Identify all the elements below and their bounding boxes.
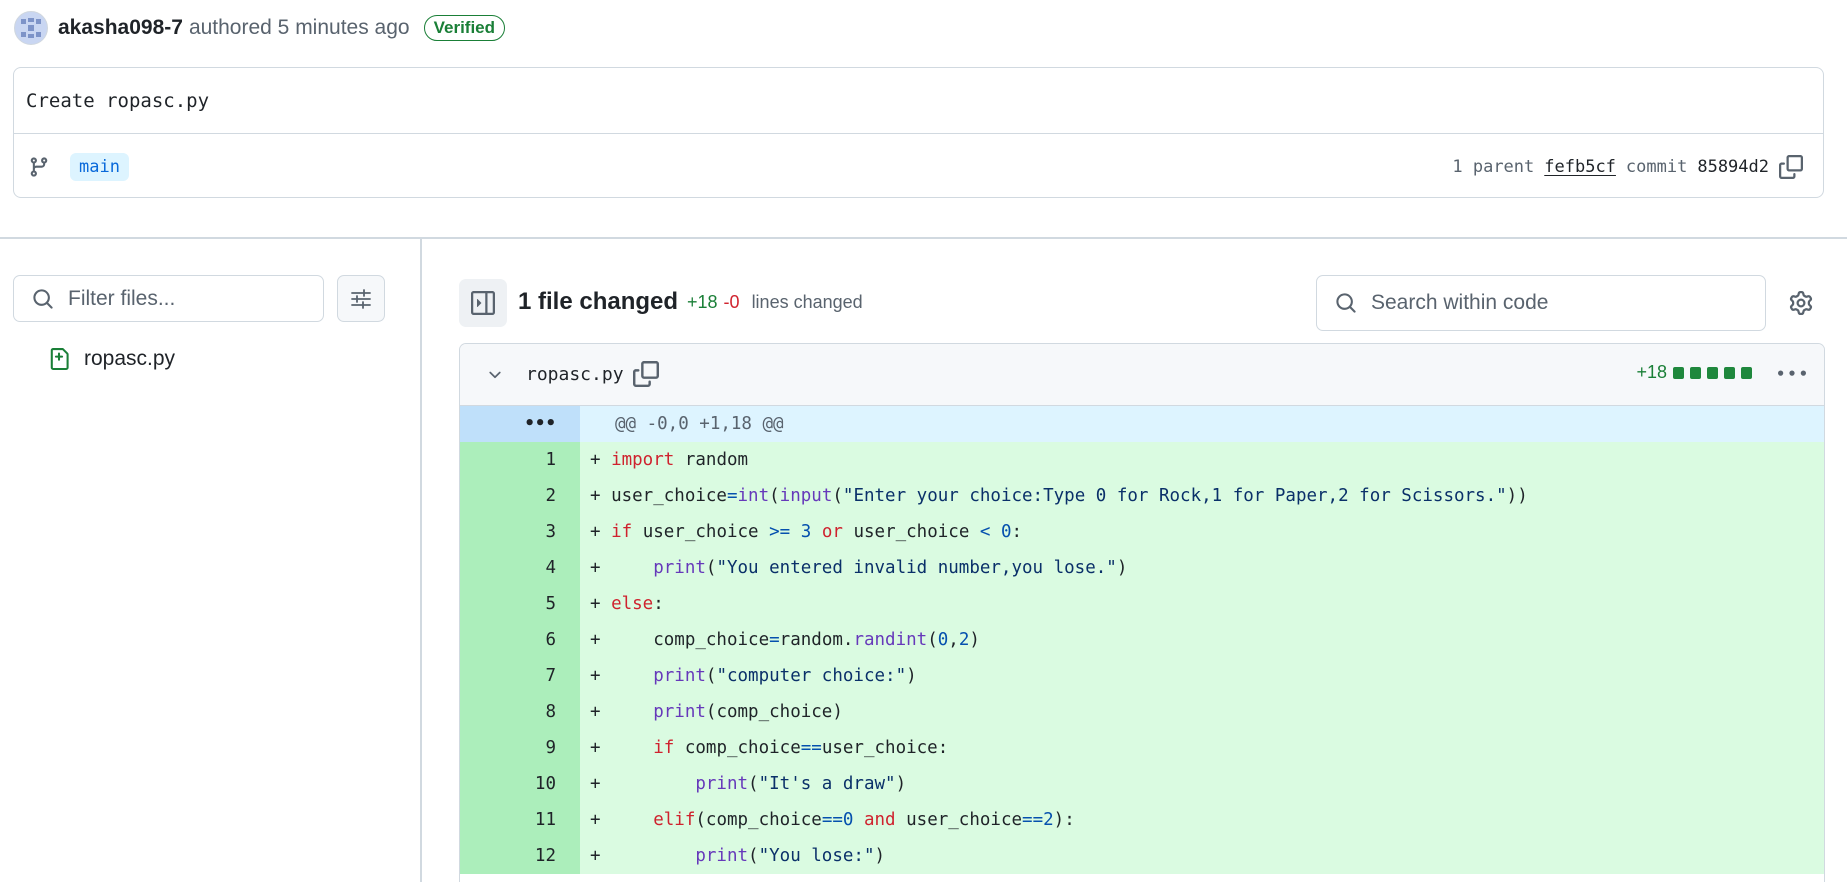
avatar-identicon-icon bbox=[17, 14, 45, 42]
diff-line: 1 + import random bbox=[460, 442, 1824, 478]
code-line: + else: bbox=[580, 586, 1824, 622]
file-tree-label: ropasc.py bbox=[84, 347, 176, 370]
diff-line: 7 + print("computer choice:") bbox=[460, 658, 1824, 694]
diffstat-block bbox=[1741, 366, 1752, 379]
commit-title: Create ropasc.py bbox=[26, 89, 210, 112]
lines-changed-label: lines changed bbox=[751, 292, 863, 312]
diff-line: 2 + user_choice=int(input("Enter your cho… bbox=[460, 478, 1824, 514]
verified-badge[interactable]: Verified bbox=[423, 15, 506, 41]
file-added-icon bbox=[50, 348, 69, 370]
deletions-count: -0 bbox=[723, 292, 740, 312]
diffstat-block bbox=[1724, 366, 1735, 379]
copy-icon[interactable] bbox=[633, 361, 659, 387]
diff-line: 9 + if comp_choice==user_choice: bbox=[460, 730, 1824, 766]
commit-message-row: Create ropasc.py bbox=[14, 68, 1823, 134]
diff-line: 11 + elif(comp_choice==0 and user_choice=… bbox=[460, 802, 1824, 838]
sidebar-toggle-icon bbox=[471, 291, 495, 315]
code-line: + import random bbox=[580, 442, 1824, 478]
commit-box: Create ropasc.py main 1 parent fefb5cf c… bbox=[13, 67, 1824, 198]
code-line: + print("computer choice:") bbox=[580, 658, 1824, 694]
parent-label: 1 parent bbox=[1452, 156, 1535, 177]
diff-line: 10 + print("It's a draw") bbox=[460, 766, 1824, 802]
file-diff: ropasc.py +18 ••• @@ -0,0 +1,18 @@ 1 + im… bbox=[459, 343, 1825, 882]
code-line: + comp_choice=random.randint(0,2) bbox=[580, 622, 1824, 658]
line-number[interactable]: 12 bbox=[460, 838, 580, 874]
parent-hash-link[interactable]: fefb5cf bbox=[1544, 157, 1616, 177]
diff-file-name[interactable]: ropasc.py bbox=[526, 364, 624, 385]
diff-line: 12 + print("You lose:") bbox=[460, 838, 1824, 874]
commit-meta-row: main 1 parent fefb5cf commit 85894d2 bbox=[14, 134, 1823, 199]
line-number[interactable]: 10 bbox=[460, 766, 580, 802]
commit-label: commit bbox=[1625, 156, 1688, 177]
avatar[interactable] bbox=[14, 11, 48, 45]
diff-line: 4 + print("You entered invalid number,you… bbox=[460, 550, 1824, 586]
code-line: + print("It's a draw") bbox=[580, 766, 1824, 802]
search-icon bbox=[33, 288, 53, 309]
file-diff-header: ropasc.py +18 bbox=[460, 344, 1824, 406]
code-line: + print("You entered invalid number,you … bbox=[580, 550, 1824, 586]
line-number[interactable]: 5 bbox=[460, 586, 580, 622]
line-number[interactable]: 8 bbox=[460, 694, 580, 730]
filter-settings-button[interactable] bbox=[337, 275, 385, 322]
filter-settings-icon bbox=[351, 288, 371, 309]
line-number[interactable]: 3 bbox=[460, 514, 580, 550]
sidebar-border bbox=[420, 239, 422, 882]
code-line: + print(comp_choice) bbox=[580, 694, 1824, 730]
file-additions-count: +18 bbox=[1636, 362, 1667, 382]
commit-refs: 1 parent fefb5cf commit 85894d2 bbox=[1452, 134, 1803, 199]
file-tree-item[interactable]: ropasc.py bbox=[48, 343, 175, 375]
authored-time: authored 5 minutes ago bbox=[188, 16, 410, 39]
author-name[interactable]: akasha098-7 bbox=[58, 16, 183, 40]
line-number[interactable]: 6 bbox=[460, 622, 580, 658]
diffstat-block bbox=[1690, 366, 1701, 379]
diff-line: 8 + print(comp_choice) bbox=[460, 694, 1824, 730]
diff-lines: 1 + import random 2 + user_choice=int(input… bbox=[460, 442, 1824, 874]
commit-hash: 85894d2 bbox=[1697, 156, 1769, 177]
code-line: + elif(comp_choice==0 and user_choice==2… bbox=[580, 802, 1824, 838]
kebab-icon[interactable] bbox=[1778, 360, 1806, 388]
diffstat-block bbox=[1673, 366, 1684, 379]
line-number[interactable]: 4 bbox=[460, 550, 580, 586]
line-number[interactable]: 1 bbox=[460, 442, 580, 478]
diff-line: 3 + if user_choice >= 3 or user_choice < … bbox=[460, 514, 1824, 550]
line-number[interactable]: 2 bbox=[460, 478, 580, 514]
line-number[interactable]: 11 bbox=[460, 802, 580, 838]
additions-count: +18 bbox=[687, 292, 718, 312]
diff-stats: +18 -0 lines changed bbox=[687, 292, 863, 313]
copy-icon[interactable] bbox=[1779, 154, 1803, 179]
chevron-down-icon[interactable] bbox=[486, 366, 504, 384]
diff-line: 5 + else: bbox=[460, 586, 1824, 622]
line-number[interactable]: 9 bbox=[460, 730, 580, 766]
hunk-expand-button[interactable]: ••• bbox=[460, 406, 580, 442]
search-icon bbox=[1336, 293, 1356, 313]
hunk-header: @@ -0,0 +1,18 @@ bbox=[580, 406, 1824, 442]
toggle-file-tree-button[interactable] bbox=[459, 279, 507, 327]
search-code-placeholder: Search within code bbox=[1371, 291, 1549, 314]
code-line: + print("You lose:") bbox=[580, 838, 1824, 874]
files-changed-heading: 1 file changed bbox=[518, 288, 679, 315]
code-line: + if comp_choice==user_choice: bbox=[580, 730, 1824, 766]
hunk-header-row: ••• @@ -0,0 +1,18 @@ bbox=[460, 406, 1824, 442]
file-diff-stats: +18 bbox=[1636, 362, 1752, 383]
section-divider bbox=[0, 237, 1847, 239]
branch-badge[interactable]: main bbox=[70, 152, 129, 181]
diff-line: 6 + comp_choice=random.randint(0,2) bbox=[460, 622, 1824, 658]
search-code-input[interactable]: Search within code bbox=[1316, 275, 1766, 331]
code-line: + user_choice=int(input("Enter your choi… bbox=[580, 478, 1824, 514]
line-number[interactable]: 7 bbox=[460, 658, 580, 694]
filter-files-input[interactable]: Filter files... bbox=[13, 275, 324, 322]
code-line: + if user_choice >= 3 or user_choice < 0… bbox=[580, 514, 1824, 550]
gear-icon[interactable] bbox=[1789, 291, 1813, 315]
diffstat-block bbox=[1707, 366, 1718, 379]
branch-icon bbox=[30, 156, 48, 177]
commit-author-row: akasha098-7 authored 5 minutes ago Verif… bbox=[14, 10, 506, 46]
filter-files-placeholder: Filter files... bbox=[68, 286, 176, 310]
